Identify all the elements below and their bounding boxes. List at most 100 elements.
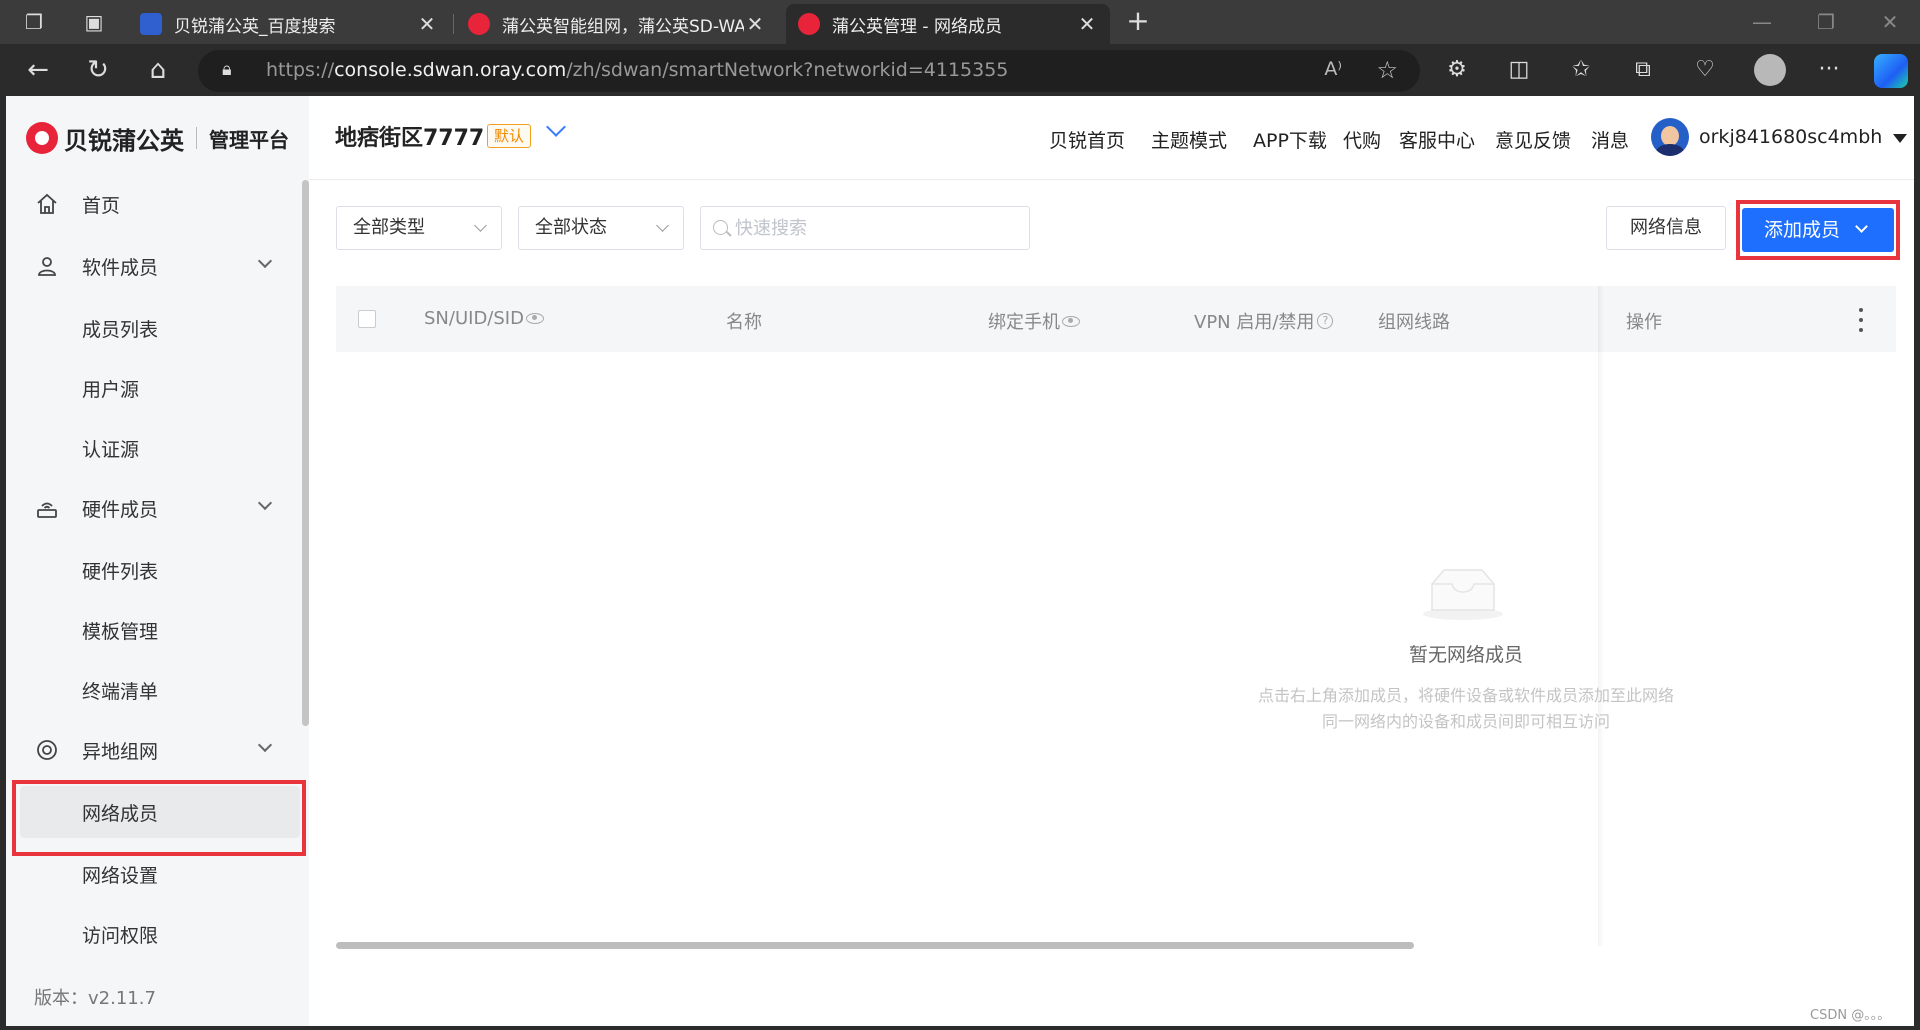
table-horizontal-scrollbar[interactable] (336, 942, 1414, 949)
column-header-route: 组网线路 (1378, 312, 1450, 333)
nav-link-oray-home[interactable]: 贝锐首页 (1049, 126, 1125, 153)
empty-state-description: 同一网络内的设备和成员间即可相互访问 (1321, 712, 1610, 731)
page: 贝锐蒲公英 管理平台 首页 软件成员 成员列表 用户源 认证源 硬件成员 硬件列… (6, 96, 1914, 1026)
sidebar-group-remote-network[interactable]: 异地组网 (20, 724, 302, 776)
tab-title: 蒲公英管理 - 网络成员 (832, 16, 1002, 37)
restore-icon[interactable]: ❐ (1806, 6, 1846, 38)
column-header-phone: 绑定手机 (988, 308, 1080, 334)
home-icon (34, 191, 60, 217)
browser-tab-pgy-home[interactable]: 蒲公英智能组网，蒲公英SD-WAN ✕ (456, 4, 778, 44)
caret-down-icon[interactable] (1893, 134, 1907, 143)
empty-state-description: 点击右上角添加成员，将硬件设备或软件成员添加至此网络 (1257, 686, 1674, 705)
nav-link-service-center[interactable]: 客服中心 (1399, 126, 1475, 153)
chevron-down-icon[interactable] (546, 117, 566, 137)
close-tab-icon[interactable]: ✕ (416, 12, 438, 36)
sidebar-item-auth-source[interactable]: 认证源 (20, 422, 300, 474)
nav-link-purchase[interactable]: 代购 (1343, 126, 1381, 153)
nav-link-app-download[interactable]: APP下载 (1253, 126, 1327, 153)
username[interactable]: orkj841680sc4mbh (1699, 126, 1882, 148)
column-header-vpn: VPN 启用/禁用? (1194, 308, 1334, 334)
column-header-actions: 操作 (1626, 312, 1662, 333)
browser-tab-baidu[interactable]: 贝锐蒲公英_百度搜索 ✕ (128, 4, 450, 44)
collections-icon[interactable]: ⧉ (1626, 54, 1660, 86)
network-icon (34, 737, 60, 763)
back-arrow-icon[interactable]: ← (22, 54, 54, 86)
sidebar-item-label: 硬件成员 (82, 498, 159, 521)
close-tab-icon[interactable]: ✕ (1076, 12, 1098, 36)
copilot-icon[interactable] (1874, 54, 1908, 88)
column-header-sn: SN/UID/SID (424, 308, 544, 329)
split-screen-icon[interactable]: ◫ (1502, 54, 1536, 86)
nav-link-theme-mode[interactable]: 主题模式 (1151, 126, 1227, 153)
logo[interactable]: 贝锐蒲公英 管理平台 (26, 120, 289, 156)
table-header: SN/UID/SID 名称 绑定手机 VPN 启用/禁用? 组网线路 操作 (336, 286, 1896, 352)
new-tab-icon[interactable]: + (1122, 6, 1154, 38)
default-badge: 默认 (487, 124, 532, 148)
workspaces-icon[interactable]: ❐ (22, 10, 46, 34)
tab-title: 蒲公英智能组网，蒲公英SD-WAN (502, 16, 744, 37)
pgy-logo-icon (26, 122, 58, 154)
status-select-value: 全部状态 (535, 217, 607, 238)
profile-icon[interactable] (1754, 54, 1786, 86)
sidebar-group-software-members[interactable]: 软件成员 (20, 240, 302, 292)
top-header: 地痞街区7777 默认 贝锐首页 主题模式 APP下载 代购 客服中心 意见反馈… (309, 96, 1914, 180)
more-menu-icon[interactable]: ··· (1812, 54, 1846, 86)
status-select[interactable]: 全部状态 (518, 206, 684, 250)
close-tab-icon[interactable]: ✕ (744, 12, 766, 36)
help-icon[interactable]: ? (1317, 313, 1334, 329)
browser-essentials-icon[interactable]: ♡ (1688, 54, 1722, 86)
nav-link-messages[interactable]: 消息 (1591, 126, 1629, 153)
brand-name: 贝锐蒲公英 (64, 126, 184, 155)
sidebar-scrollbar[interactable] (302, 180, 309, 726)
eye-icon[interactable] (1062, 315, 1080, 327)
user-icon (34, 253, 60, 279)
empty-box-icon (1423, 569, 1503, 620)
chevron-down-icon (257, 737, 273, 753)
url-text[interactable]: https://console.sdwan.oray.com/zh/sdwan/… (266, 59, 1008, 81)
sidebar-item-network-settings[interactable]: 网络设置 (20, 848, 300, 900)
type-select[interactable]: 全部类型 (336, 206, 502, 250)
sidebar-item-access-rights[interactable]: 访问权限 (20, 908, 300, 960)
sidebar-item-terminal-list[interactable]: 终端清单 (20, 664, 300, 716)
empty-state-title: 暂无网络成员 (1408, 644, 1523, 666)
sidebar-item-hardware-list[interactable]: 硬件列表 (20, 544, 300, 596)
favorites-icon[interactable]: ✩ (1564, 54, 1598, 86)
lock-icon[interactable]: 🔒︎ (222, 59, 232, 80)
search-input[interactable] (735, 207, 1015, 249)
chevron-down-icon (474, 219, 487, 232)
chevron-down-icon (257, 495, 273, 511)
favorite-star-icon[interactable]: ☆ (1376, 56, 1398, 84)
close-window-icon[interactable]: ✕ (1870, 6, 1910, 38)
sidebar-item-home[interactable]: 首页 (20, 178, 302, 230)
extensions-icon[interactable]: ⚙ (1440, 54, 1474, 86)
avatar[interactable] (1651, 118, 1689, 156)
network-info-button[interactable]: 网络信息 (1606, 206, 1726, 250)
pgy-favicon-icon (798, 13, 820, 35)
column-settings-icon[interactable] (1858, 308, 1864, 332)
browser-toolbar: ← ↻ ⌂ 🔒︎ https://console.sdwan.oray.com/… (0, 44, 1920, 96)
logo-divider (196, 127, 197, 149)
sidebar-item-template-mgmt[interactable]: 模板管理 (20, 604, 300, 656)
eye-icon[interactable] (525, 313, 544, 324)
browser-tab-active[interactable]: 蒲公英管理 - 网络成员 ✕ (786, 4, 1110, 44)
address-bar[interactable]: 🔒︎ https://console.sdwan.oray.com/zh/sdw… (198, 50, 1420, 92)
router-icon (34, 495, 60, 521)
refresh-icon[interactable]: ↻ (82, 54, 114, 86)
fixed-column-shadow (1598, 286, 1604, 946)
read-aloud-icon[interactable]: A⁾ (1324, 58, 1342, 80)
network-name[interactable]: 地痞街区7777 (335, 120, 484, 152)
tab-title: 贝锐蒲公英_百度搜索 (174, 16, 336, 37)
sidebar-item-member-list[interactable]: 成员列表 (20, 302, 300, 354)
search-box[interactable] (700, 206, 1030, 250)
sidebar-group-hardware-members[interactable]: 硬件成员 (20, 482, 302, 534)
browser-tab-bar: ❐ ▣ 贝锐蒲公英_百度搜索 ✕ 蒲公英智能组网，蒲公英SD-WAN ✕ 蒲公英… (0, 0, 1920, 44)
nav-link-feedback[interactable]: 意见反馈 (1495, 126, 1571, 153)
sidebar-item-user-source[interactable]: 用户源 (20, 362, 300, 414)
minimize-icon[interactable]: — (1742, 6, 1782, 38)
baidu-favicon-icon (140, 13, 162, 35)
select-all-checkbox[interactable] (358, 310, 376, 328)
home-icon[interactable]: ⌂ (142, 54, 174, 86)
watermark: CSDN @。。。 (1810, 1008, 1891, 1023)
tab-actions-icon[interactable]: ▣ (82, 10, 106, 34)
sidebar: 贝锐蒲公英 管理平台 首页 软件成员 成员列表 用户源 认证源 硬件成员 硬件列… (6, 96, 309, 1026)
